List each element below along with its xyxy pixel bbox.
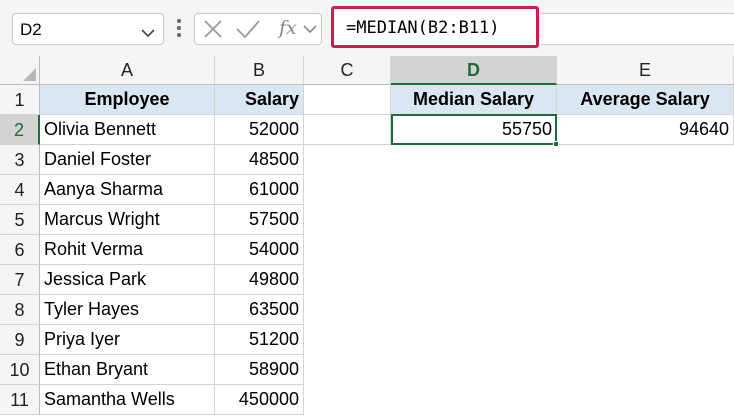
column-header-c[interactable]: C — [304, 56, 391, 85]
select-all-button[interactable] — [0, 56, 40, 85]
cell-b2[interactable]: 52000 — [215, 115, 304, 145]
insert-function-icon[interactable]: fx — [279, 17, 297, 39]
cell-b5[interactable]: 57500 — [215, 205, 304, 235]
cancel-x-icon[interactable] — [203, 14, 223, 44]
column-header-b[interactable]: B — [215, 56, 304, 85]
cell-b10[interactable]: 58900 — [215, 355, 304, 385]
expand-chevron-icon[interactable] — [303, 14, 317, 44]
row-header-9[interactable]: 9 — [0, 325, 40, 355]
cell-d1[interactable]: Median Salary — [391, 85, 557, 115]
cell-a6[interactable]: Rohit Verma — [40, 235, 215, 265]
cell-a7[interactable]: Jessica Park — [40, 265, 215, 295]
column-header-d[interactable]: D — [391, 56, 557, 85]
column-header-e[interactable]: E — [557, 56, 734, 85]
formula-input-rest[interactable] — [541, 13, 734, 45]
cell-b4[interactable]: 61000 — [215, 175, 304, 205]
name-box-value: D2 — [20, 20, 42, 39]
cell-b1[interactable]: Salary — [215, 85, 304, 115]
chevron-down-icon[interactable] — [141, 25, 155, 43]
enter-check-icon[interactable] — [235, 14, 261, 44]
more-options-icon[interactable] — [172, 16, 186, 40]
cell-a3[interactable]: Daniel Foster — [40, 145, 215, 175]
cell-c2[interactable] — [304, 115, 391, 145]
row-header-4[interactable]: 4 — [0, 175, 40, 205]
cell-b6[interactable]: 54000 — [215, 235, 304, 265]
formula-input[interactable]: =MEDIAN(B2:B11) — [346, 18, 500, 38]
name-box[interactable]: D2 — [12, 13, 164, 45]
cell-b3[interactable]: 48500 — [215, 145, 304, 175]
row-header-5[interactable]: 5 — [0, 205, 40, 235]
row-header-10[interactable]: 10 — [0, 355, 40, 385]
formula-input-highlight[interactable]: =MEDIAN(B2:B11) — [331, 6, 539, 48]
select-all-icon — [23, 68, 36, 81]
spreadsheet-grid: A B C D E 1 2 3 4 5 6 7 8 9 10 11 Employ… — [0, 56, 734, 416]
cell-b8[interactable]: 63500 — [215, 295, 304, 325]
cell-a10[interactable]: Ethan Bryant — [40, 355, 215, 385]
formula-buttons: fx — [194, 13, 322, 45]
cell-c1[interactable] — [304, 85, 391, 115]
cell-a11[interactable]: Samantha Wells — [40, 385, 215, 415]
cell-a5[interactable]: Marcus Wright — [40, 205, 215, 235]
cell-d2[interactable]: 55750 — [391, 115, 557, 145]
row-header-8[interactable]: 8 — [0, 295, 40, 325]
row-header-3[interactable]: 3 — [0, 145, 40, 175]
column-header-a[interactable]: A — [40, 56, 215, 85]
cell-a4[interactable]: Aanya Sharma — [40, 175, 215, 205]
cell-e1[interactable]: Average Salary — [557, 85, 734, 115]
row-header-6[interactable]: 6 — [0, 235, 40, 265]
cell-a1[interactable]: Employee — [40, 85, 215, 115]
row-header-2[interactable]: 2 — [0, 115, 40, 145]
cell-a8[interactable]: Tyler Hayes — [40, 295, 215, 325]
cell-a2[interactable]: Olivia Bennett — [40, 115, 215, 145]
cell-b9[interactable]: 51200 — [215, 325, 304, 355]
cell-b11[interactable]: 450000 — [215, 385, 304, 415]
row-header-11[interactable]: 11 — [0, 385, 40, 415]
formula-bar-area: D2 fx =MEDIAN(B2:B11) — [0, 0, 734, 56]
cell-e2[interactable]: 94640 — [557, 115, 734, 145]
cell-b7[interactable]: 49800 — [215, 265, 304, 295]
row-header-7[interactable]: 7 — [0, 265, 40, 295]
row-header-1[interactable]: 1 — [0, 85, 40, 115]
cell-a9[interactable]: Priya Iyer — [40, 325, 215, 355]
